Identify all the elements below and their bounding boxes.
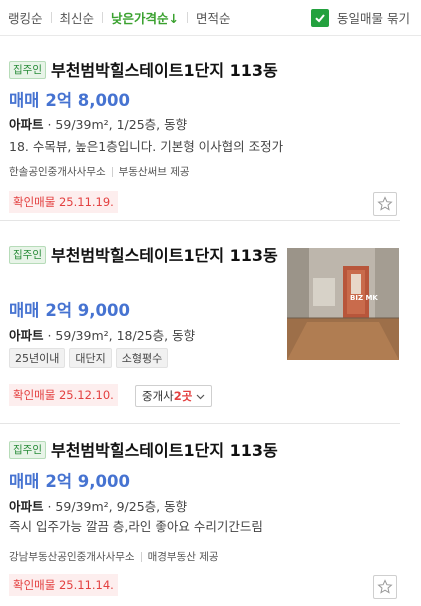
listing-title[interactable]: 부천범박힐스테이트1단지 113동 (51, 246, 278, 265)
property-details: · 59/39m², 1/25층, 동향 (43, 117, 188, 132)
agents-dropdown[interactable]: 중개사 2곳 (135, 385, 213, 407)
favorite-star-icon[interactable] (373, 192, 397, 216)
divider (111, 166, 113, 177)
agent-info: 강남부동산공인중개사사무소 매경부동산 제공 (9, 549, 219, 564)
listing-description: 18. 수목뷰, 높은1층입니다. 기본형 이사협의 조정가 (9, 139, 284, 154)
listing-title[interactable]: 부천범박힐스테이트1단지 113동 (51, 61, 278, 80)
price-value: 2억 9,000 (45, 301, 130, 320)
listing-photo[interactable]: BIZ MK (287, 248, 399, 360)
listing-card[interactable]: 집주인 부천범박힐스테이트1단지 113동 매매 2억 9,000 아파트 · 59… (0, 234, 400, 424)
listing-card[interactable]: 집주인 부천범박힐스테이트1단지 113동 매매 2억 8,000 아파트 · 59… (0, 49, 400, 221)
agents-prefix: 중개사 (142, 389, 174, 403)
listing-price: 매매 2억 9,000 (9, 468, 130, 492)
listing-title-row: 집주인 부천범박힐스테이트1단지 113동 (9, 439, 389, 463)
price-type: 매매 (9, 472, 40, 491)
agents-count: 2곳 (173, 389, 193, 403)
property-kind: 아파트 (9, 499, 44, 514)
checkbox-checked-icon[interactable] (311, 8, 329, 27)
owner-badge: 집주인 (9, 61, 46, 79)
listing-title-row: 집주인 부천범박힐스테이트1단지 113동 (9, 59, 389, 83)
price-type: 매매 (9, 91, 40, 110)
listing-info: 아파트 · 59/39m², 1/25층, 동향 (9, 114, 187, 133)
property-details: · 59/39m², 18/25층, 동향 (43, 328, 196, 343)
dedupe-label: 동일매물 묶기 (337, 11, 410, 26)
price-type: 매매 (9, 301, 40, 320)
sort-area[interactable]: 면적순 (196, 8, 231, 27)
divider (102, 12, 104, 23)
divider (140, 551, 142, 562)
price-value: 2억 8,000 (45, 91, 130, 110)
listing-info: 아파트 · 59/39m², 9/25층, 동향 (9, 496, 187, 515)
listing-price: 매매 2억 9,000 (9, 297, 130, 321)
listing-title[interactable]: 부천범박힐스테이트1단지 113동 (51, 441, 278, 460)
listing-description: 즉시 입주가능 깔끔 층,라인 좋아요 수리기간드림 (9, 519, 263, 534)
price-value: 2억 9,000 (45, 472, 130, 491)
agent-info: 한솔공인중개사사무소 부동산써브 제공 (9, 164, 190, 179)
listing-info: 아파트 · 59/39m², 18/25층, 동향 (9, 325, 195, 344)
feature-tag: 대단지 (69, 348, 112, 368)
dedupe-toggle[interactable]: 동일매물 묶기 (311, 8, 410, 27)
photo-watermark: BIZ MK (350, 294, 378, 302)
feature-tag: 소형평수 (115, 348, 169, 368)
property-details: · 59/39m², 9/25층, 동향 (43, 499, 188, 514)
sort-bar: 랭킹순 최신순 낮은가격순↓ 면적순 동일매물 묶기 (0, 0, 421, 36)
listing-title-row: 집주인 부천범박힐스테이트1단지 113동 (9, 244, 279, 268)
owner-badge: 집주인 (9, 246, 46, 264)
sort-low-price[interactable]: 낮은가격순↓ (111, 8, 179, 27)
confirmed-listing-badge: 확인매물 25.12.10. (9, 384, 118, 406)
property-kind: 아파트 (9, 328, 44, 343)
room-photo-image (287, 248, 399, 360)
owner-badge: 집주인 (9, 441, 46, 459)
feature-tags: 25년이내 대단지 소형평수 (9, 348, 169, 368)
agent-name: 한솔공인중개사사무소 (9, 166, 106, 178)
provider-name: 매경부동산 제공 (147, 551, 219, 563)
property-kind: 아파트 (9, 117, 44, 132)
divider (187, 12, 189, 23)
listing-price: 매매 2억 8,000 (9, 87, 130, 111)
chevron-down-icon (196, 394, 205, 399)
divider (50, 12, 52, 23)
sort-latest[interactable]: 최신순 (60, 8, 95, 27)
favorite-star-icon[interactable] (373, 575, 397, 599)
listing-card[interactable]: 집주인 부천범박힐스테이트1단지 113동 매매 2억 9,000 아파트 · 59… (0, 429, 400, 605)
confirmed-listing-badge: 확인매물 25.11.14. (9, 574, 118, 596)
agent-name: 강남부동산공인중개사사무소 (9, 551, 135, 563)
sort-ranking[interactable]: 랭킹순 (8, 8, 43, 27)
feature-tag: 25년이내 (9, 348, 66, 368)
provider-name: 부동산써브 제공 (118, 166, 190, 178)
confirmed-listing-badge: 확인매물 25.11.19. (9, 191, 118, 213)
